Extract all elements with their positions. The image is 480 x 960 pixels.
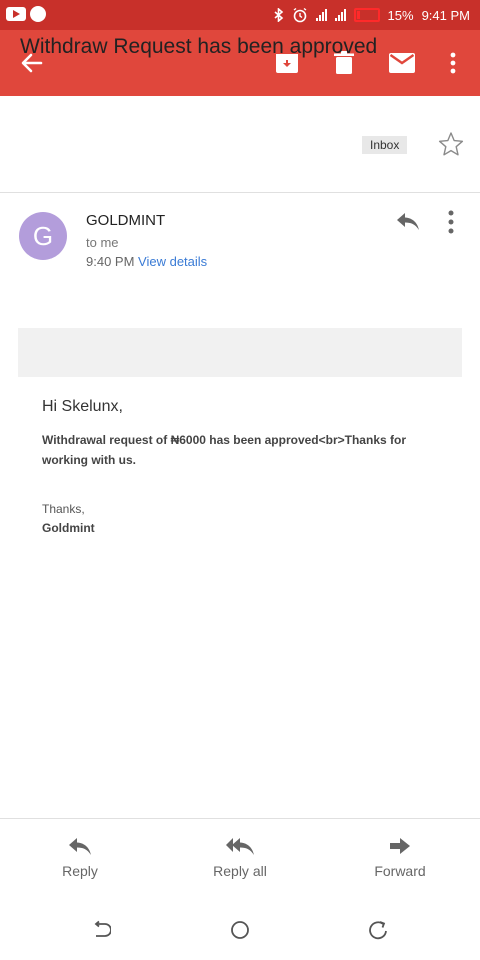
more-vert-icon	[450, 52, 456, 74]
subject-row	[0, 96, 480, 193]
email-signature: Goldmint	[42, 521, 95, 535]
youtube-notification-icon	[6, 7, 26, 21]
email-greeting: Hi Skelunx,	[42, 398, 123, 415]
reply-icon	[69, 838, 91, 855]
status-bar: 15% 9:41 PM	[0, 0, 480, 30]
forward-button[interactable]: Forward	[340, 837, 460, 879]
inbox-label[interactable]: Inbox	[362, 136, 408, 154]
sender-name: GOLDMINT	[86, 212, 166, 229]
more-vert-icon[interactable]	[448, 210, 454, 234]
signal-2-icon	[334, 9, 346, 21]
reply-all-icon	[226, 838, 254, 855]
message-time: 9:40 PM	[86, 254, 135, 269]
signal-1-icon	[315, 9, 327, 21]
email-closing: Thanks,	[42, 502, 85, 516]
reply-icon[interactable]	[396, 212, 420, 232]
reply-button[interactable]: Reply	[20, 837, 140, 879]
notification-dot-icon	[30, 6, 46, 22]
clock: 9:41 PM	[421, 7, 470, 23]
forward-icon	[390, 838, 410, 854]
reply-all-button[interactable]: Reply all	[180, 837, 300, 879]
message-time-row: 9:40 PM View details	[86, 254, 207, 269]
bluetooth-icon	[274, 8, 283, 22]
battery-percent: 15%	[387, 7, 414, 23]
bottom-actions: Reply Reply all Forward	[0, 818, 480, 904]
reply-label: Reply	[62, 863, 98, 879]
back-nav-icon[interactable]	[93, 920, 111, 940]
alarm-icon	[293, 7, 306, 23]
star-icon[interactable]	[438, 131, 464, 157]
battery-icon	[353, 8, 380, 22]
reply-all-label: Reply all	[213, 863, 267, 879]
view-details-link[interactable]: View details	[138, 254, 207, 269]
mark-unread-button[interactable]	[386, 47, 418, 79]
recents-nav-icon[interactable]	[368, 920, 388, 940]
recipient-text: to me	[86, 235, 119, 250]
forward-label: Forward	[374, 863, 426, 879]
email-body: Withdrawal request of ₦6000 has been app…	[42, 433, 406, 467]
home-nav-icon[interactable]	[230, 920, 250, 940]
overflow-menu-button[interactable]	[437, 47, 469, 79]
sender-avatar[interactable]: G	[19, 212, 67, 260]
email-banner	[18, 328, 462, 377]
email-subject: Withdraw Request has been approved	[20, 35, 378, 58]
system-nav-bar	[0, 903, 480, 960]
mail-icon	[389, 53, 415, 73]
